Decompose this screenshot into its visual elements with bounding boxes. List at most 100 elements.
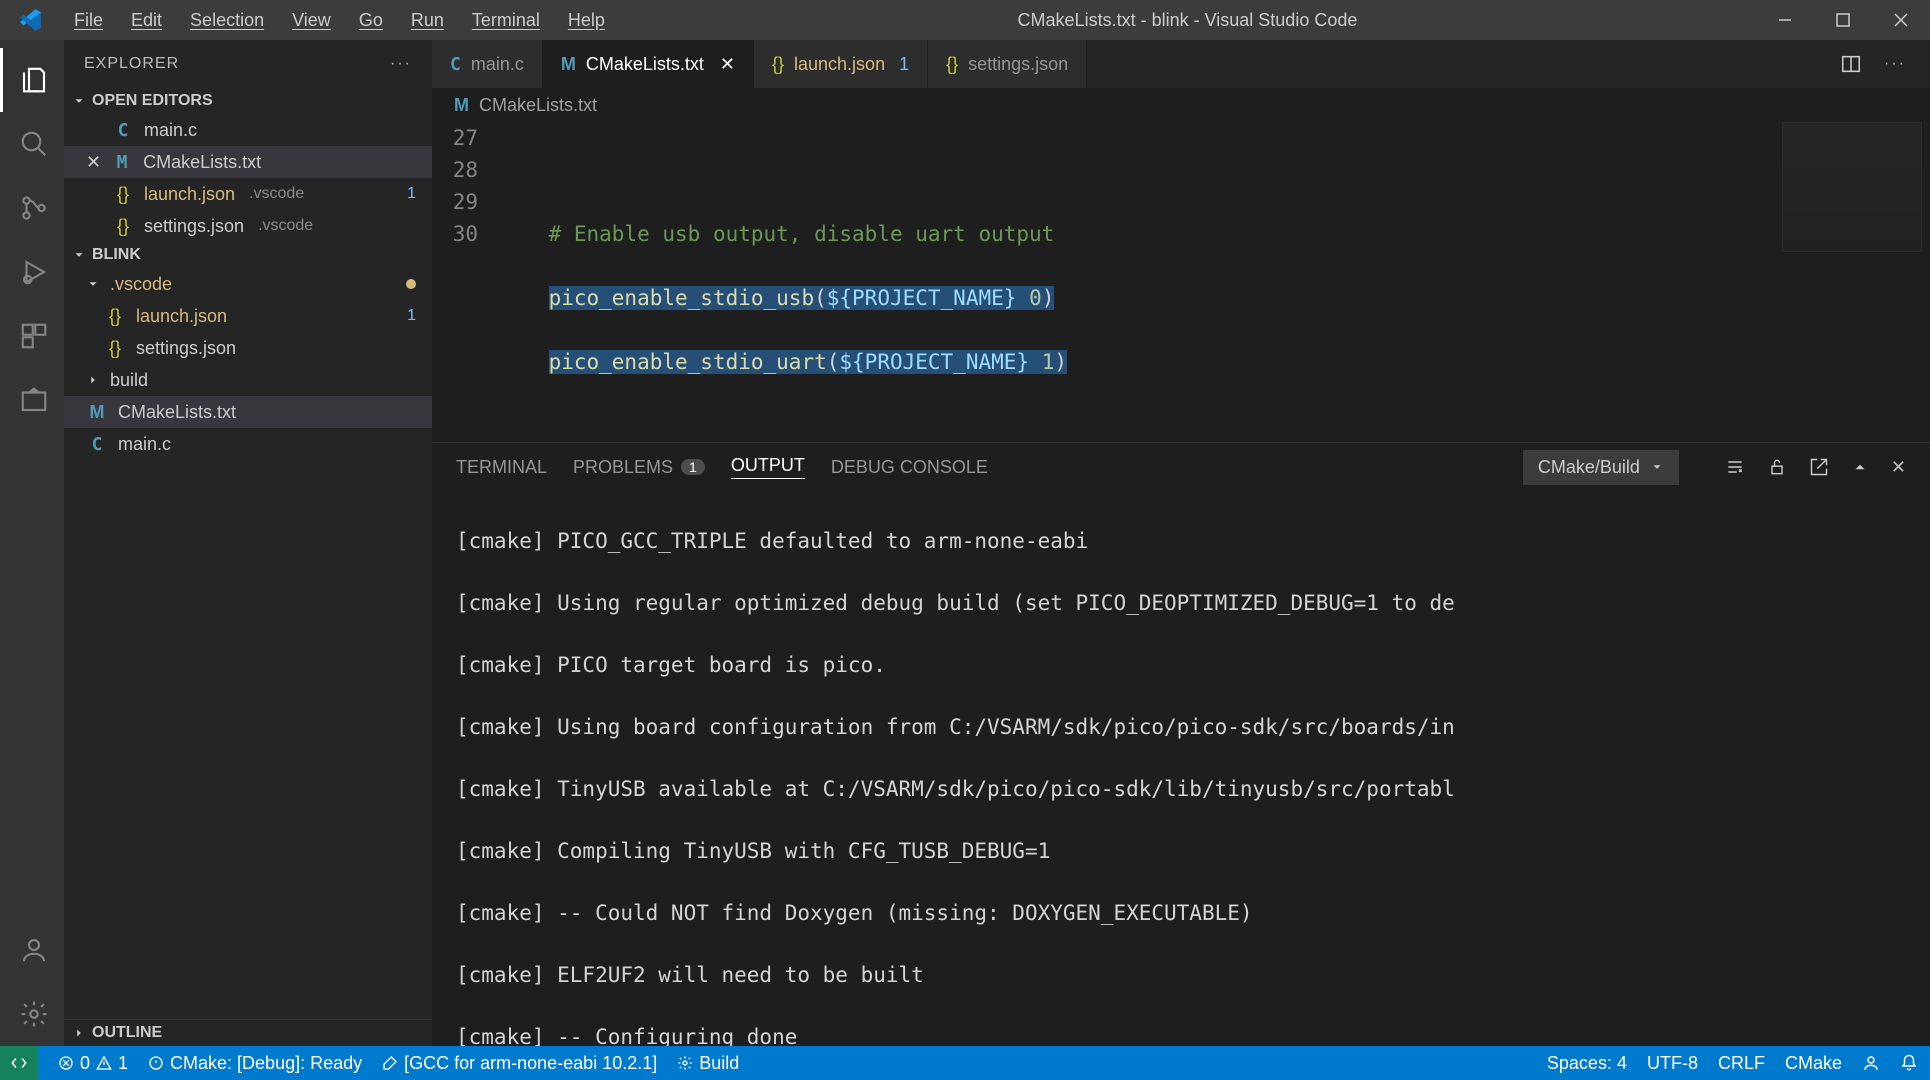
c-file-icon: C <box>112 120 134 141</box>
minimap[interactable] <box>1782 122 1922 252</box>
title-bar: File Edit Selection View Go Run Terminal… <box>0 0 1930 40</box>
json-file-icon: {} <box>772 54 784 75</box>
json-file-icon: {} <box>112 184 134 205</box>
minimize-button[interactable] <box>1756 0 1814 40</box>
json-file-icon: {} <box>104 306 126 327</box>
json-file-icon: {} <box>946 54 958 75</box>
project-tree: .vscode {} launch.json 1 {} settings.jso… <box>64 268 432 460</box>
editor-area: C main.c M CMakeLists.txt ✕ {} launch.js… <box>432 40 1930 1046</box>
project-header[interactable]: BLINK <box>64 242 432 268</box>
panel-tab-output[interactable]: OUTPUT <box>731 455 805 479</box>
vscode-logo-icon <box>0 7 60 33</box>
menu-run[interactable]: Run <box>397 2 458 39</box>
tree-file-launch[interactable]: {} launch.json 1 <box>64 300 432 332</box>
menu-go[interactable]: Go <box>345 2 397 39</box>
close-icon[interactable]: ✕ <box>86 152 101 173</box>
chevron-down-icon <box>1650 460 1664 474</box>
c-file-icon: C <box>450 54 461 75</box>
close-button[interactable] <box>1872 0 1930 40</box>
menu-edit[interactable]: Edit <box>117 2 176 39</box>
output-channel-dropdown[interactable]: CMake/Build <box>1523 450 1679 485</box>
sidebar-title: EXPLORER ··· <box>64 40 432 88</box>
tree-folder-build[interactable]: build <box>64 364 432 396</box>
close-icon[interactable]: ✕ <box>720 54 735 75</box>
close-panel-icon[interactable]: ✕ <box>1891 457 1906 478</box>
clear-output-icon[interactable] <box>1725 457 1745 477</box>
cmake-file-icon: M <box>86 402 108 423</box>
status-build[interactable]: Build <box>677 1053 739 1074</box>
menu-terminal[interactable]: Terminal <box>458 2 554 39</box>
open-editor-item[interactable]: {} settings.json .vscode <box>64 210 432 242</box>
tree-file-mainc[interactable]: C main.c <box>64 428 432 460</box>
activity-cmake[interactable] <box>0 368 64 432</box>
status-language[interactable]: CMake <box>1785 1053 1842 1074</box>
collapse-panel-icon[interactable] <box>1851 458 1869 476</box>
open-editors-list: C main.c ✕ M CMakeLists.txt {} launch.js… <box>64 114 432 242</box>
window-title: CMakeLists.txt - blink - Visual Studio C… <box>619 10 1756 31</box>
panel-tab-debug[interactable]: DEBUG CONSOLE <box>831 457 988 478</box>
code-content[interactable]: # Enable usb output, disable uart output… <box>498 122 1930 442</box>
modified-dot-icon <box>406 279 416 289</box>
tab-settingsjson[interactable]: {} settings.json <box>928 40 1087 88</box>
status-spaces[interactable]: Spaces: 4 <box>1547 1053 1627 1074</box>
status-bar: 0 1 CMake: [Debug]: Ready [GCC for arm-n… <box>0 1046 1930 1080</box>
activity-search[interactable] <box>0 112 64 176</box>
activity-debug[interactable] <box>0 240 64 304</box>
open-log-icon[interactable] <box>1809 457 1829 477</box>
activity-source-control[interactable] <box>0 176 64 240</box>
json-file-icon: {} <box>112 216 134 237</box>
activity-bar <box>0 40 64 1046</box>
status-problems[interactable]: 0 1 <box>58 1053 128 1074</box>
open-editor-item[interactable]: C main.c <box>64 114 432 146</box>
open-editor-item[interactable]: ✕ M CMakeLists.txt <box>64 146 432 178</box>
panel-tabs: TERMINAL PROBLEMS 1 OUTPUT DEBUG CONSOLE… <box>432 443 1930 491</box>
status-eol[interactable]: CRLF <box>1718 1053 1765 1074</box>
bottom-panel: TERMINAL PROBLEMS 1 OUTPUT DEBUG CONSOLE… <box>432 442 1930 1046</box>
panel-tab-terminal[interactable]: TERMINAL <box>456 457 547 478</box>
maximize-button[interactable] <box>1814 0 1872 40</box>
cmake-file-icon: M <box>454 95 469 116</box>
sidebar-explorer: EXPLORER ··· OPEN EDITORS C main.c ✕ M C… <box>64 40 432 1046</box>
tree-file-cmake[interactable]: M CMakeLists.txt <box>64 396 432 428</box>
open-editors-header[interactable]: OPEN EDITORS <box>64 88 432 114</box>
split-editor-icon[interactable] <box>1840 53 1862 75</box>
menu-bar: File Edit Selection View Go Run Terminal… <box>60 2 619 39</box>
remote-button[interactable] <box>0 1046 38 1080</box>
tab-cmakelists[interactable]: M CMakeLists.txt ✕ <box>543 40 754 88</box>
c-file-icon: C <box>86 434 108 455</box>
menu-file[interactable]: File <box>60 2 117 39</box>
line-gutter: 27 28 29 30 <box>432 122 498 442</box>
editor-tabs: C main.c M CMakeLists.txt ✕ {} launch.js… <box>432 40 1930 88</box>
tree-file-settings[interactable]: {} settings.json <box>64 332 432 364</box>
outline-header[interactable]: OUTLINE <box>64 1019 432 1046</box>
tab-launchjson[interactable]: {} launch.json 1 <box>754 40 928 88</box>
more-icon[interactable]: ··· <box>1884 55 1906 73</box>
status-cmake[interactable]: CMake: [Debug]: Ready <box>148 1053 362 1074</box>
lock-scroll-icon[interactable] <box>1767 457 1787 477</box>
more-icon[interactable]: ··· <box>390 55 412 73</box>
activity-accounts[interactable] <box>0 918 64 982</box>
cmake-file-icon: M <box>111 152 133 173</box>
tree-folder-vscode[interactable]: .vscode <box>64 268 432 300</box>
breadcrumb[interactable]: M CMakeLists.txt <box>432 88 1930 122</box>
activity-settings[interactable] <box>0 982 64 1046</box>
output-content[interactable]: [cmake] PICO_GCC_TRIPLE defaulted to arm… <box>432 491 1930 1046</box>
window-controls <box>1756 0 1930 40</box>
activity-extensions[interactable] <box>0 304 64 368</box>
status-feedback-icon[interactable] <box>1862 1054 1880 1072</box>
open-editor-item[interactable]: {} launch.json .vscode 1 <box>64 178 432 210</box>
tab-mainc[interactable]: C main.c <box>432 40 543 88</box>
activity-explorer[interactable] <box>0 48 64 112</box>
chevron-down-icon <box>86 277 100 291</box>
menu-selection[interactable]: Selection <box>176 2 278 39</box>
chevron-right-icon <box>86 373 100 387</box>
menu-view[interactable]: View <box>278 2 345 39</box>
json-file-icon: {} <box>104 338 126 359</box>
status-encoding[interactable]: UTF-8 <box>1647 1053 1698 1074</box>
cmake-file-icon: M <box>561 54 576 75</box>
code-editor[interactable]: 27 28 29 30 # Enable usb output, disable… <box>432 122 1930 442</box>
status-bell-icon[interactable] <box>1900 1054 1918 1072</box>
panel-tab-problems[interactable]: PROBLEMS 1 <box>573 457 705 478</box>
menu-help[interactable]: Help <box>554 2 619 39</box>
status-kit[interactable]: [GCC for arm-none-eabi 10.2.1] <box>382 1053 657 1074</box>
